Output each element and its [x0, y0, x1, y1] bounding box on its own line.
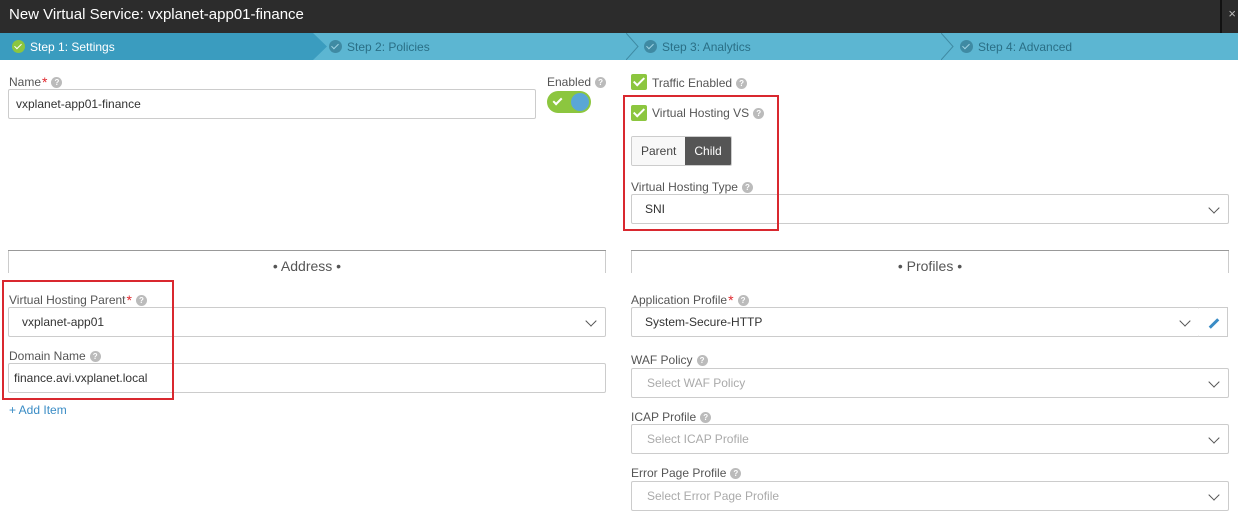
application-profile-value: System-Secure-HTTP: [645, 315, 763, 329]
pencil-icon: [1208, 318, 1220, 329]
application-profile-text: Application Profile: [631, 293, 728, 307]
edit-application-profile-button[interactable]: [1199, 307, 1228, 337]
help-icon[interactable]: ?: [696, 354, 708, 366]
step-label: Step 4: Advanced: [978, 39, 1073, 54]
application-profile-select[interactable]: System-Secure-HTTP: [631, 307, 1200, 337]
error-page-profile-placeholder: Select Error Page Profile: [647, 489, 780, 503]
chevron-down-icon: [1208, 432, 1220, 444]
check-icon: [644, 40, 657, 53]
check-icon: [960, 40, 973, 53]
window-title: New Virtual Service: vxplanet-app01-fina…: [9, 6, 304, 23]
waf-policy-label: WAF Policy?: [631, 353, 708, 367]
check-icon: [12, 40, 25, 53]
error-page-profile-select[interactable]: Select Error Page Profile: [631, 481, 1229, 511]
step-analytics[interactable]: Step 3: Analytics: [644, 33, 940, 60]
required-mark: *: [42, 74, 48, 90]
section-edge: [1228, 251, 1229, 273]
toggle-knob: [571, 93, 589, 111]
add-item-link[interactable]: + Add Item: [9, 403, 67, 417]
help-icon[interactable]: ?: [51, 76, 63, 88]
window-titlebar: New Virtual Service: vxplanet-app01-fina…: [0, 0, 1238, 33]
traffic-enabled-label: Traffic Enabled?: [652, 76, 748, 90]
step-settings[interactable]: Step 1: Settings: [0, 33, 313, 60]
name-label: Name *?: [9, 74, 63, 90]
chevron-down-icon: [1179, 315, 1191, 327]
error-page-profile-text: Error Page Profile: [631, 466, 727, 480]
section-edge: [605, 251, 606, 273]
step-policies[interactable]: Step 2: Policies: [329, 33, 629, 60]
help-icon[interactable]: ?: [737, 294, 749, 306]
enabled-toggle[interactable]: [547, 91, 591, 113]
profiles-section-title: • Profiles •: [897, 258, 963, 274]
chevron-down-icon: [585, 315, 597, 327]
chevron-down-icon: [1208, 489, 1220, 501]
step-label: Step 1: Settings: [30, 39, 115, 54]
check-icon: [552, 95, 563, 106]
section-edge: [8, 251, 9, 273]
icap-profile-placeholder: Select ICAP Profile: [647, 432, 749, 446]
step-divider-icon: [626, 33, 639, 60]
step-arrow-icon: [313, 33, 327, 60]
waf-policy-text: WAF Policy: [631, 353, 693, 367]
highlight-box-virtual-hosting: [623, 95, 779, 231]
help-icon[interactable]: ?: [595, 76, 607, 88]
error-page-profile-label: Error Page Profile?: [631, 466, 742, 480]
help-icon[interactable]: ?: [730, 467, 742, 479]
help-icon[interactable]: ?: [736, 77, 748, 89]
waf-policy-placeholder: Select WAF Policy: [647, 376, 746, 390]
close-icon[interactable]: ×: [1228, 6, 1236, 21]
name-input[interactable]: vxplanet-app01-finance: [8, 89, 536, 119]
icap-profile-label: ICAP Profile?: [631, 410, 712, 424]
waf-policy-select[interactable]: Select WAF Policy: [631, 368, 1229, 398]
address-section-header: • Address •: [8, 250, 606, 274]
application-profile-label: Application Profile *?: [631, 292, 749, 308]
traffic-enabled-checkbox[interactable]: [631, 74, 647, 90]
address-section-title: • Address •: [272, 258, 342, 274]
icap-profile-select[interactable]: Select ICAP Profile: [631, 424, 1229, 454]
titlebar-divider: [1220, 0, 1222, 33]
highlight-box-parent-domain: [2, 280, 174, 400]
chevron-down-icon: [1208, 376, 1220, 388]
required-mark: *: [728, 292, 734, 308]
name-label-text: Name: [9, 75, 42, 89]
enabled-label-text: Enabled: [547, 75, 592, 89]
step-divider-icon: [941, 33, 954, 60]
step-advanced[interactable]: Step 4: Advanced: [960, 33, 1238, 60]
traffic-enabled-text: Traffic Enabled: [652, 76, 733, 90]
chevron-down-icon: [1208, 202, 1220, 214]
wizard-steps: Step 1: Settings Step 2: Policies Step 3…: [0, 33, 1238, 60]
step-label: Step 3: Analytics: [662, 39, 751, 54]
step-label: Step 2: Policies: [347, 39, 430, 54]
section-edge: [631, 251, 632, 273]
enabled-label: Enabled?: [547, 75, 607, 89]
check-icon: [329, 40, 342, 53]
help-icon[interactable]: ?: [700, 411, 712, 423]
icap-profile-text: ICAP Profile: [631, 410, 697, 424]
profiles-section-header: • Profiles •: [631, 250, 1229, 274]
